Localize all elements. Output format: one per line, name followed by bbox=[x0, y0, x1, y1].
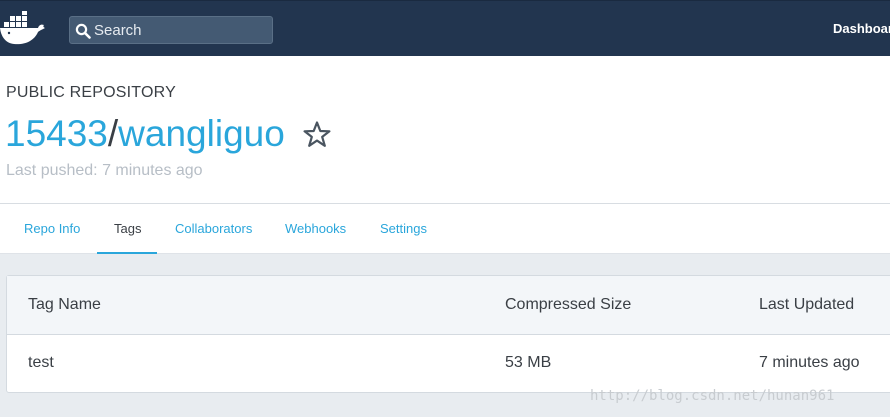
repo-separator: / bbox=[107, 113, 119, 154]
tab-webhooks[interactable]: Webhooks bbox=[285, 221, 346, 236]
search-box[interactable] bbox=[69, 16, 273, 44]
watermark-text: http://blog.csdn.net/hunan961 bbox=[590, 388, 835, 404]
last-pushed-text: Last pushed: 7 minutes ago bbox=[6, 162, 203, 179]
column-header-compressed-size[interactable]: Compressed Size bbox=[505, 296, 631, 314]
tab-repo-info[interactable]: Repo Info bbox=[24, 221, 80, 236]
tab-settings[interactable]: Settings bbox=[380, 221, 427, 236]
repo-header: PUBLIC REPOSITORY 15433/wangliguo Last p… bbox=[0, 56, 890, 204]
repo-title: 15433/wangliguo bbox=[5, 112, 285, 156]
star-outline-icon[interactable] bbox=[302, 120, 332, 150]
compressed-size-cell: 53 MB bbox=[505, 354, 552, 371]
repo-visibility-label: PUBLIC REPOSITORY bbox=[6, 84, 176, 101]
last-updated-cell: 7 minutes ago bbox=[759, 354, 860, 371]
tab-tags[interactable]: Tags bbox=[114, 221, 141, 236]
table-row[interactable]: test 53 MB 7 minutes ago bbox=[7, 335, 890, 393]
column-header-last-updated[interactable]: Last Updated bbox=[759, 296, 854, 314]
tags-table: Tag Name Compressed Size Last Updated te… bbox=[6, 275, 890, 393]
column-header-tag-name[interactable]: Tag Name bbox=[28, 296, 101, 314]
table-header: Tag Name Compressed Size Last Updated bbox=[7, 276, 890, 335]
top-navbar: Dashboard bbox=[0, 0, 890, 56]
tab-collaborators[interactable]: Collaborators bbox=[175, 221, 252, 236]
nav-dashboard-link[interactable]: Dashboard bbox=[833, 21, 890, 36]
active-tab-indicator bbox=[97, 252, 157, 254]
search-icon bbox=[75, 23, 91, 39]
search-input[interactable] bbox=[94, 17, 270, 43]
tag-name-cell: test bbox=[28, 354, 54, 371]
docker-whale-icon[interactable] bbox=[0, 11, 48, 47]
repo-namespace-link[interactable]: 15433 bbox=[5, 113, 108, 154]
repo-name: wangliguo bbox=[118, 113, 285, 154]
repo-tabs: Repo Info Tags Collaborators Webhooks Se… bbox=[0, 204, 890, 254]
